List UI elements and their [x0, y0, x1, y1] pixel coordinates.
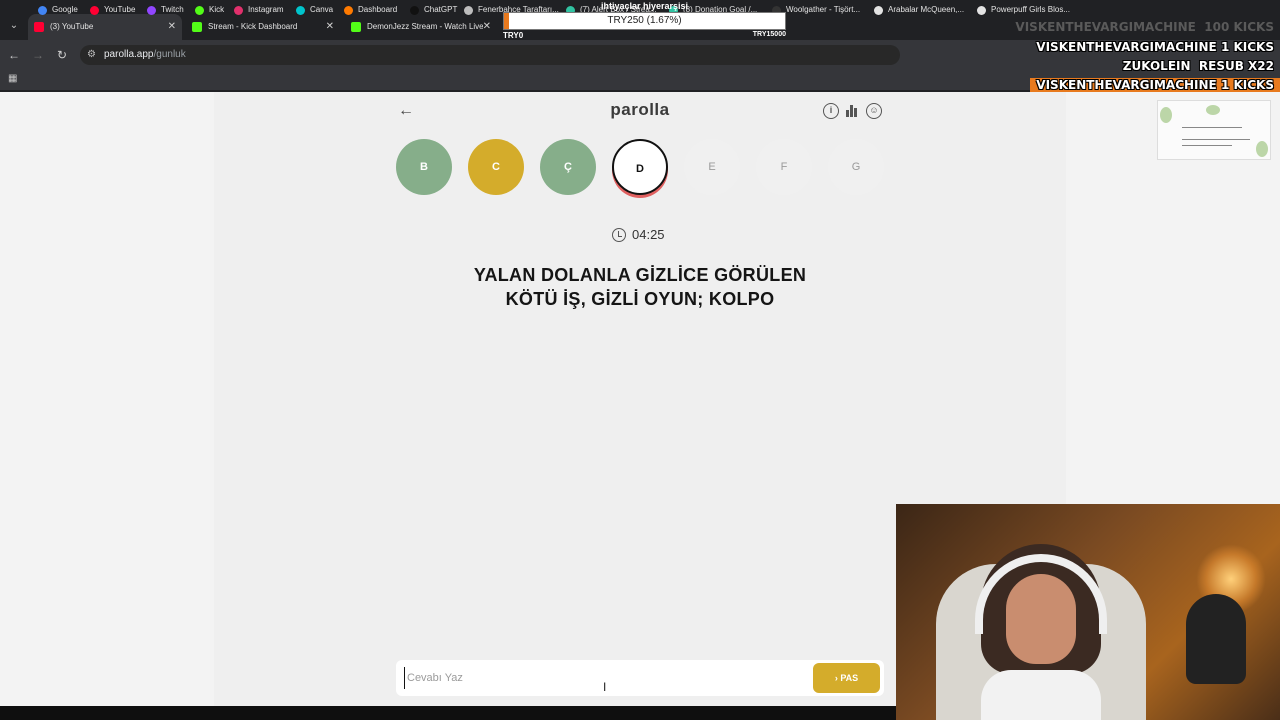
close-icon[interactable]: ✕	[326, 14, 334, 40]
url-host: parolla.app	[104, 49, 154, 60]
letter-circle-correct: B	[396, 139, 452, 195]
bookmark-favicon-icon	[147, 6, 156, 15]
goal-min: TRY0	[503, 31, 524, 40]
plush-toy	[1186, 594, 1246, 684]
kick-alert: VISKENTHEVARGIMACHINE 1 KICKS	[1036, 40, 1274, 54]
bookmark-favicon-icon	[464, 6, 473, 15]
bookmark-favicon-icon	[195, 6, 204, 15]
back-arrow-icon[interactable]: ←	[6, 47, 22, 63]
user-icon[interactable]: ☺	[866, 103, 882, 119]
stats-icon[interactable]	[844, 103, 860, 119]
text-cursor-icon: I	[603, 680, 607, 694]
alert-count: RESUB X22	[1198, 59, 1274, 73]
timer-value: 04:25	[632, 227, 665, 242]
bookmark-favicon-icon	[234, 6, 243, 15]
kick-icon	[192, 22, 202, 32]
alert-name: ZUKOLEIN	[1122, 59, 1191, 73]
alert-count: 100 KICKS	[1204, 20, 1274, 34]
goal-max: TRY15000	[752, 31, 786, 38]
goal-value: TRY250 (1.67%)	[607, 15, 682, 26]
bookmark-favicon-icon	[38, 6, 47, 15]
bookmark-item[interactable]: Google	[38, 4, 78, 16]
bookmark-favicon-icon	[296, 6, 305, 15]
clock-icon	[612, 228, 626, 242]
alert-image	[1157, 100, 1271, 160]
alert-count: 1 KICKS	[1220, 40, 1274, 54]
bookmark-label: YouTube	[104, 5, 136, 14]
bookmark-favicon-icon	[344, 6, 353, 15]
bookmark-label: Google	[52, 5, 78, 14]
kick-icon	[351, 22, 361, 32]
pass-label: PAS	[840, 673, 859, 683]
webcam-overlay	[896, 504, 1280, 720]
alert-name: VISKENTHEVARGIMACHINE	[1015, 20, 1196, 34]
tab-youtube[interactable]: (3) YouTube ✕	[28, 14, 182, 40]
bookmark-favicon-icon	[410, 6, 419, 15]
letter-circle-current: D	[612, 139, 668, 195]
url-path: /gunluk	[153, 49, 186, 60]
letter-circle-passed: C	[468, 139, 524, 195]
goal-title: ihtiyaçlar hiyerarşisi	[600, 1, 689, 11]
forward-arrow-icon[interactable]: →	[30, 47, 46, 63]
parolla-logo[interactable]: parolla	[580, 100, 700, 120]
bookmark-item[interactable]: Powerpuff Girls Blos...	[977, 4, 1070, 16]
bookmark-item[interactable]: Instagram	[234, 4, 284, 16]
bookmark-item[interactable]: Twitch	[147, 4, 184, 16]
tab-kick-dashboard[interactable]: Stream - Kick Dashboard ✕	[186, 14, 340, 40]
alert-count: 1 KICKS	[1220, 78, 1274, 92]
question-line-2: KÖTÜ İŞ, GİZLİ OYUN; KOLPO	[505, 289, 775, 309]
bookmark-item[interactable]: Dashboard	[344, 4, 397, 16]
bookmark-label: Twitch	[161, 5, 184, 14]
alert-name: VISKENTHEVARGIMACHINE	[1036, 40, 1217, 54]
goal-progress-bar: TRY250 (1.67%)	[503, 12, 786, 30]
site-settings-icon[interactable]: ⚙	[87, 45, 96, 65]
resub-alert: ZUKOLEIN RESUB X22	[1123, 59, 1274, 73]
bookmark-favicon-icon	[977, 6, 986, 15]
bookmark-label: Instagram	[248, 5, 284, 14]
bookmark-label: Canva	[310, 5, 334, 14]
bookmark-item[interactable]: Canva	[296, 4, 333, 16]
kick-alert: VISKENTHEVARGIMACHINE 100 KICKS	[1015, 20, 1274, 34]
bookmark-label: ChatGPT	[424, 5, 458, 14]
bookmark-label: Dashboard	[358, 5, 398, 14]
donation-goal-widget: ihtiyaçlar hiyerarşisi TRY250 (1.67%) TR…	[503, 0, 786, 42]
bookmark-label: Kick	[209, 5, 225, 14]
question-line-1: YALAN DOLANLA GİZLİCE GÖRÜLEN	[473, 265, 807, 285]
bookmark-item[interactable]: ChatGPT	[410, 4, 457, 16]
info-icon[interactable]: i	[823, 103, 839, 119]
bookmark-label: Arabalar McQueen,...	[888, 5, 965, 14]
close-icon[interactable]: ✕	[168, 14, 176, 40]
bookmark-label: Woolgather - Tişört...	[786, 5, 861, 14]
letter-circle-correct: Ç	[540, 139, 596, 195]
reload-icon[interactable]: ↻	[54, 47, 70, 63]
countdown-timer: 04:25	[600, 225, 680, 245]
streamer-shirt	[981, 670, 1101, 720]
tab-label: (3) YouTube	[50, 22, 94, 31]
bookmark-item[interactable]: Kick	[195, 4, 224, 16]
bookmark-favicon-icon	[874, 6, 883, 15]
back-arrow-icon[interactable]: ←	[396, 101, 416, 121]
youtube-icon	[34, 22, 44, 32]
streamer	[975, 544, 1107, 720]
letter-circle-empty: E	[684, 139, 740, 195]
kick-alert: VISKENTHEVARGIMACHINE 1 KICKS	[1030, 78, 1280, 92]
tab-demonjezz-stream[interactable]: DemonJezz Stream - Watch Live ✕	[345, 14, 497, 40]
bookmark-favicon-icon	[90, 6, 99, 15]
pass-button[interactable]: › PAS	[813, 663, 880, 693]
bookmark-item[interactable]: Arabalar McQueen,...	[874, 4, 964, 16]
address-bar[interactable]: ⚙ parolla.app/gunluk	[80, 45, 900, 65]
alert-name: VISKENTHEVARGIMACHINE	[1036, 78, 1217, 92]
tab-label: Stream - Kick Dashboard	[208, 22, 298, 31]
tab-search-chevron-down-icon[interactable]: ⌄	[6, 18, 22, 34]
letter-circle-empty: G	[828, 139, 884, 195]
apps-grid-icon[interactable]: ▦	[8, 74, 18, 84]
close-icon[interactable]: ✕	[482, 14, 491, 40]
tab-label: DemonJezz Stream - Watch Live	[367, 22, 484, 31]
bookmark-label: Powerpuff Girls Blos...	[991, 5, 1070, 14]
bookmark-item[interactable]: YouTube	[90, 4, 135, 16]
question-text: YALAN DOLANLA GİZLİCE GÖRÜLEN KÖTÜ İŞ, G…	[400, 263, 880, 311]
chevron-right-icon: ›	[834, 673, 838, 683]
letter-circle-empty: F	[756, 139, 812, 195]
